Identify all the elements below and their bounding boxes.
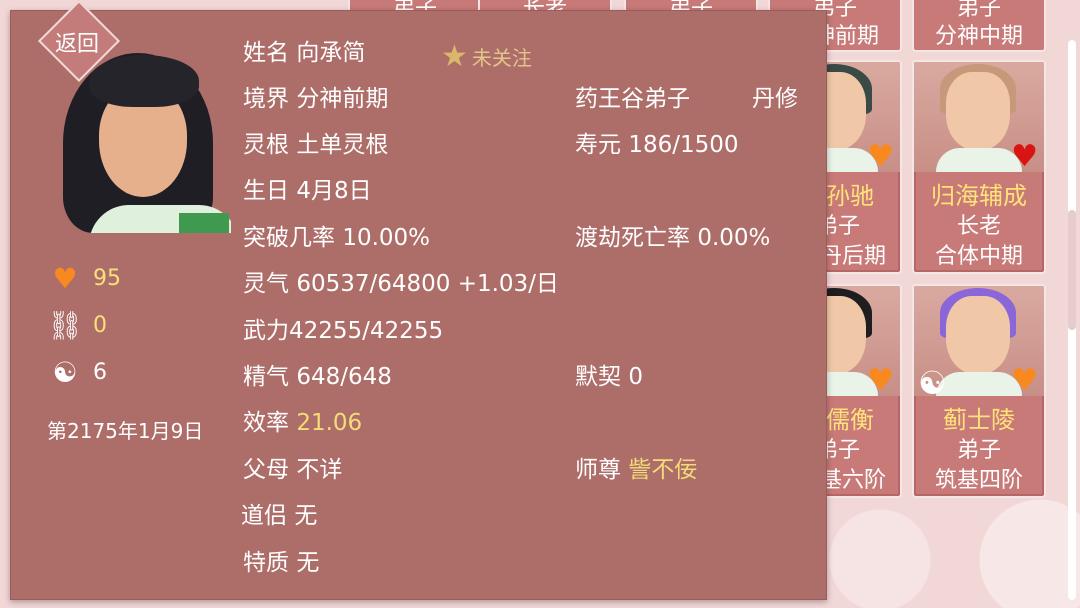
force-row: 武力42255/42255 — [243, 318, 444, 344]
handcuffs-icon: ⛓ — [47, 308, 83, 342]
character-name: 向承简 — [296, 40, 366, 66]
yinyang-value: 6 — [93, 359, 107, 385]
breakthrough-row: 突破几率 10.00% — [243, 225, 431, 251]
name-row: 姓名 向承简 — [243, 40, 366, 66]
heart-icon: ♥ — [867, 363, 894, 398]
master-row[interactable]: 师尊 訾不佞 — [575, 450, 697, 484]
follow-toggle[interactable]: ★ 未关注 — [441, 39, 532, 74]
heart-icon: ♥ — [1011, 363, 1038, 398]
shackle-stat: ⛓ 0 — [47, 308, 107, 342]
essence-row: 精气 648/648 — [243, 364, 392, 390]
scrollbar[interactable] — [1068, 40, 1076, 600]
lifespan-row: 寿元 186/1500 — [575, 132, 739, 158]
card-name: 蓟士陵 — [943, 406, 1015, 434]
efficiency-row: 效率 21.06 — [243, 410, 363, 436]
heart-icon: ♥ — [1011, 139, 1038, 174]
character-card-jishiling[interactable]: ☯ ♥ 蓟士陵 弟子 筑基四阶 — [912, 284, 1046, 498]
tribulation-row: 渡劫死亡率 0.00% — [575, 225, 771, 251]
sect-label: 药王谷弟子 — [575, 86, 690, 112]
card-name: 归海辅成 — [931, 182, 1027, 210]
path-label: 丹修 — [752, 86, 798, 112]
shackle-value: 0 — [93, 312, 107, 338]
card-level: 合体中期 — [934, 244, 1023, 269]
yinyang-icon: ☯ — [52, 355, 78, 389]
game-date: 第2175年1月9日 — [47, 419, 204, 443]
card-rank: 长老 — [956, 214, 1001, 239]
character-detail-panel: ★ 未关注 ♥ 95 ⛓ 0 ☯ 6 第2175年1月9日 姓名 向承简 境界 … — [10, 10, 827, 600]
birthday-row: 生日 4月8日 — [243, 178, 372, 204]
yinyang-stat: ☯ 6 — [47, 355, 107, 389]
scrollbar-thumb[interactable] — [1068, 210, 1076, 330]
traits-row: 特质 无 — [243, 550, 320, 576]
card-level: 筑基四阶 — [934, 468, 1023, 493]
back-button[interactable]: 返回 — [30, 0, 121, 83]
star-icon: ★ — [441, 39, 468, 74]
qi-row: 灵气 60537/64800 +1.03/日 — [243, 271, 559, 297]
card-rank: 弟子 — [956, 438, 1001, 463]
parents-row: 父母 不详 — [243, 457, 343, 483]
back-label: 返回 — [54, 32, 99, 57]
heart-icon: ♥ — [867, 139, 894, 174]
follow-label: 未关注 — [471, 46, 532, 70]
favor-value: 95 — [93, 265, 121, 291]
favor-stat: ♥ 95 — [47, 261, 121, 295]
heart-icon: ♥ — [52, 261, 78, 295]
tacit-row: 默契 0 — [575, 364, 643, 390]
spirit-root-row: 灵根 土单灵根 — [243, 132, 389, 158]
character-card-guihai[interactable]: ♥ 归海辅成 长老 合体中期 — [912, 60, 1046, 274]
card-top-5[interactable]: 弟子 分神中期 — [912, 0, 1046, 52]
yinyang-icon: ☯ — [918, 364, 947, 402]
realm-row: 境界 分神前期 — [243, 86, 389, 112]
partner-row: 道侣 无 — [241, 503, 318, 529]
master-link: 訾不佞 — [628, 457, 698, 483]
